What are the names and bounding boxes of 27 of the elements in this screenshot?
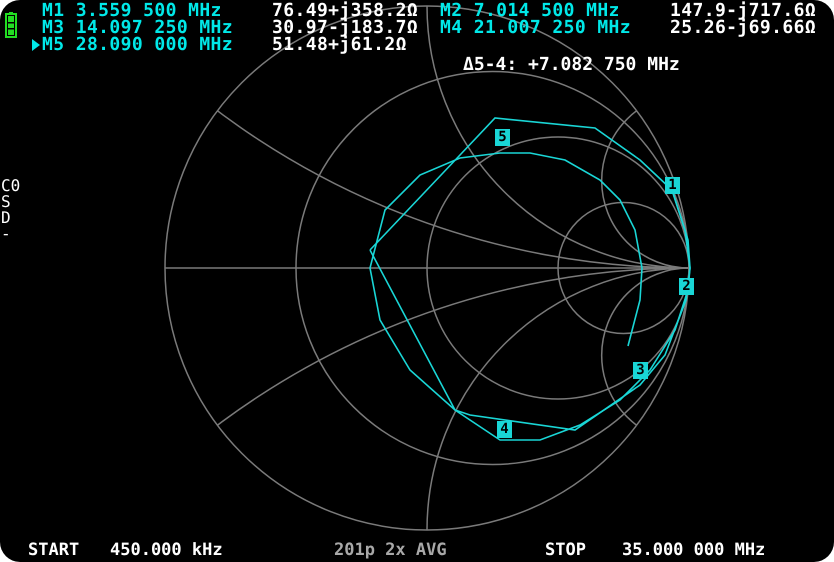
selected-marker-icon xyxy=(32,38,40,50)
chart-marker-flag: 4 xyxy=(497,421,512,438)
side-label: - xyxy=(1,226,12,242)
start-frequency: 450.000 kHz xyxy=(110,540,224,560)
side-label: C0 xyxy=(1,178,20,194)
chart-marker-flag: 3 xyxy=(633,362,648,379)
marker-frequency: M3 14.097 250 MHz xyxy=(42,19,234,36)
stop-frequency: 35.000 000 MHz xyxy=(622,540,766,560)
side-label: S xyxy=(1,194,12,210)
marker-frequency: M2 7.014 500 MHz xyxy=(440,2,620,19)
start-label: START xyxy=(27,540,80,560)
marker-impedance: 30.97-j183.7Ω xyxy=(272,19,420,36)
side-label: D xyxy=(1,210,12,226)
marker-delta: Δ5-4: +7.082 750 MHz xyxy=(463,56,680,73)
sweep-info: 201p 2x AVG xyxy=(334,540,448,560)
chart-marker-flag: 1 xyxy=(665,177,680,194)
stop-label: STOP xyxy=(545,540,587,560)
chart-marker-flag: 2 xyxy=(679,278,694,295)
marker-frequency: M4 21.007 250 MHz xyxy=(440,19,632,36)
marker-impedance: 51.48+j61.2Ω xyxy=(272,36,407,53)
marker-frequency: M1 3.559 500 MHz xyxy=(42,2,222,19)
marker-frequency: M5 28.090 000 MHz xyxy=(42,36,234,53)
battery-icon xyxy=(5,12,17,38)
chart-marker-flag: 5 xyxy=(495,129,510,146)
marker-impedance: 25.26-j69.66Ω xyxy=(670,19,818,36)
marker-impedance: 76.49+j358.2Ω xyxy=(272,2,420,19)
marker-impedance: 147.9-j717.6Ω xyxy=(670,2,818,19)
